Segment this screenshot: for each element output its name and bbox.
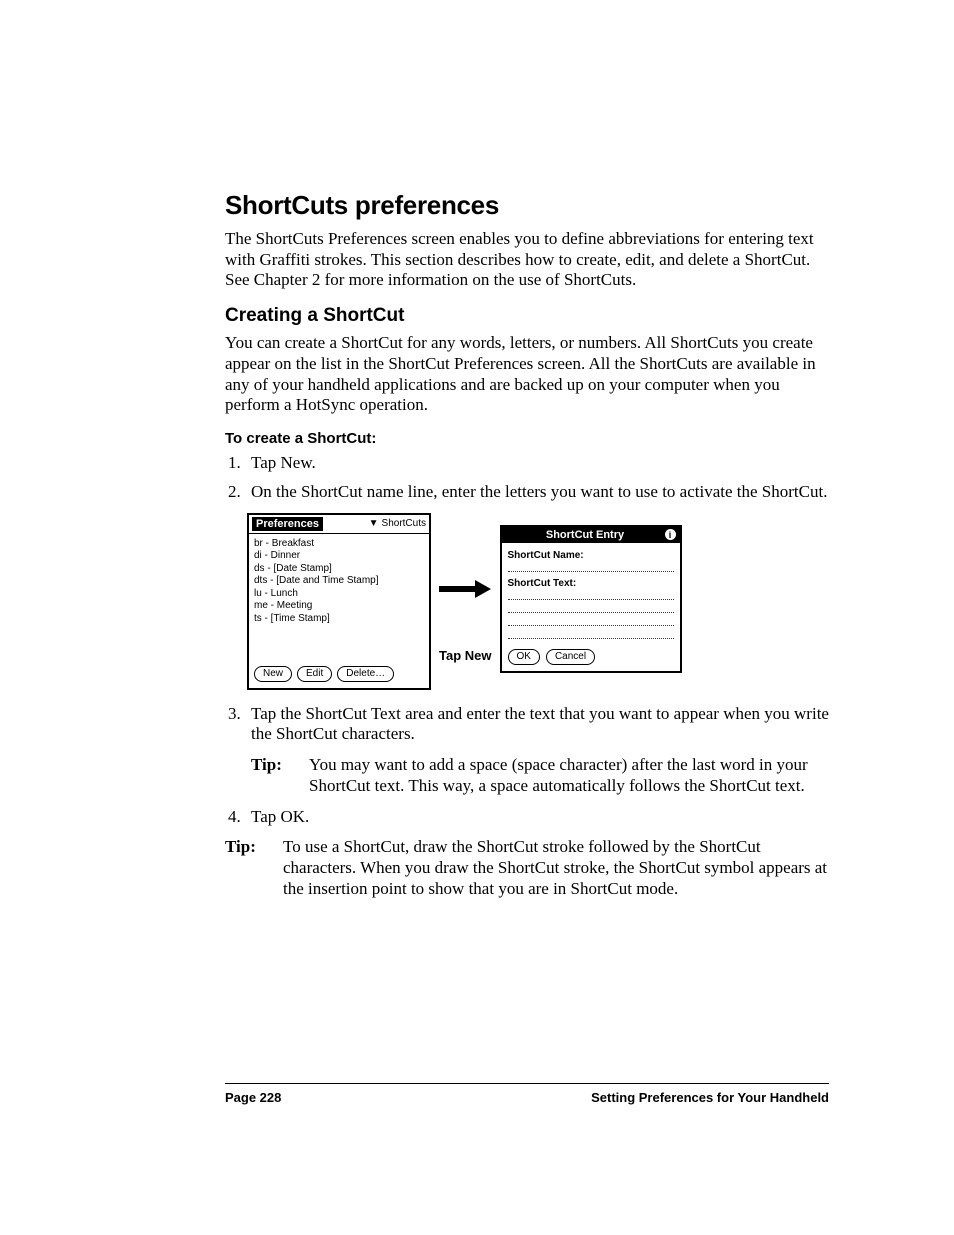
step-1: Tap New. bbox=[245, 453, 829, 474]
list-item[interactable]: lu - Lunch bbox=[254, 588, 424, 601]
list-item[interactable]: ds - [Date Stamp] bbox=[254, 563, 424, 576]
figure: Preferences ▼ ShortCuts br - Breakfast d… bbox=[247, 513, 829, 690]
arrow-right-icon bbox=[439, 580, 491, 598]
shortcut-entry-dialog: ShortCut Entry i ShortCut Name: ShortCut… bbox=[500, 525, 682, 673]
steps-list: Tap New. On the ShortCut name line, ente… bbox=[225, 453, 829, 502]
chevron-down-icon: ▼ bbox=[369, 518, 379, 529]
step-4: Tap OK. bbox=[245, 807, 829, 828]
shortcut-name-input[interactable] bbox=[508, 561, 674, 572]
shortcut-list[interactable]: br - Breakfast di - Dinner ds - [Date St… bbox=[249, 534, 429, 662]
list-item[interactable]: br - Breakfast bbox=[254, 538, 424, 551]
list-item[interactable]: ts - [Time Stamp] bbox=[254, 613, 424, 626]
edit-button[interactable]: Edit bbox=[297, 666, 332, 682]
dialog-button-row: OK Cancel bbox=[502, 645, 680, 671]
tap-new-callout: Tap New bbox=[439, 648, 492, 663]
list-item[interactable]: di - Dinner bbox=[254, 550, 424, 563]
shortcut-text-input[interactable] bbox=[508, 589, 674, 600]
tip-text: To use a ShortCut, draw the ShortCut str… bbox=[283, 837, 829, 899]
document-page: ShortCuts preferences The ShortCuts Pref… bbox=[0, 0, 954, 1235]
tip-label: Tip: bbox=[251, 755, 309, 796]
howto-heading: To create a ShortCut: bbox=[225, 430, 829, 447]
steps-list-continued-2: Tap OK. bbox=[225, 807, 829, 828]
shortcut-text-input[interactable] bbox=[508, 615, 674, 626]
intro-paragraph: The ShortCuts Preferences screen enables… bbox=[225, 229, 829, 291]
step-3: Tap the ShortCut Text area and enter the… bbox=[245, 704, 829, 745]
steps-list-continued: Tap the ShortCut Text area and enter the… bbox=[225, 704, 829, 745]
section-body: You can create a ShortCut for any words,… bbox=[225, 333, 829, 416]
tip-inline: Tip: You may want to add a space (space … bbox=[251, 755, 829, 796]
tip-label: Tip: bbox=[225, 837, 283, 899]
shortcut-text-input[interactable] bbox=[508, 602, 674, 613]
ok-button[interactable]: OK bbox=[508, 649, 540, 665]
list-item[interactable]: me - Meeting bbox=[254, 600, 424, 613]
page-footer: Page 228 Setting Preferences for Your Ha… bbox=[225, 1083, 829, 1105]
dialog-title-text: ShortCut Entry bbox=[506, 529, 665, 541]
preferences-title: Preferences bbox=[252, 517, 323, 531]
chapter-title: Setting Preferences for Your Handheld bbox=[591, 1090, 829, 1105]
info-icon[interactable]: i bbox=[665, 529, 676, 540]
tip-block: Tip: To use a ShortCut, draw the ShortCu… bbox=[225, 837, 829, 899]
preferences-button-row: New Edit Delete… bbox=[249, 662, 429, 688]
dialog-titlebar: ShortCut Entry i bbox=[502, 527, 680, 543]
tip-text: You may want to add a space (space chara… bbox=[309, 755, 829, 796]
preferences-titlebar: Preferences ▼ ShortCuts bbox=[249, 515, 429, 534]
list-item[interactable]: dts - [Date and Time Stamp] bbox=[254, 575, 424, 588]
figure-connector: Tap New bbox=[439, 580, 492, 663]
new-button[interactable]: New bbox=[254, 666, 292, 682]
section-heading-creating: Creating a ShortCut bbox=[225, 305, 829, 327]
page-number: Page 228 bbox=[225, 1090, 281, 1105]
category-menu-label: ShortCuts bbox=[382, 518, 426, 529]
step-2: On the ShortCut name line, enter the let… bbox=[245, 482, 829, 503]
preferences-screen: Preferences ▼ ShortCuts br - Breakfast d… bbox=[247, 513, 431, 690]
dialog-body: ShortCut Name: ShortCut Text: bbox=[502, 543, 680, 645]
delete-button[interactable]: Delete… bbox=[337, 666, 394, 682]
category-menu[interactable]: ▼ ShortCuts bbox=[369, 518, 426, 529]
cancel-button[interactable]: Cancel bbox=[546, 649, 595, 665]
page-heading: ShortCuts preferences bbox=[225, 190, 829, 221]
shortcut-text-input[interactable] bbox=[508, 628, 674, 639]
shortcut-text-label: ShortCut Text: bbox=[508, 578, 674, 589]
shortcut-name-label: ShortCut Name: bbox=[508, 550, 674, 561]
